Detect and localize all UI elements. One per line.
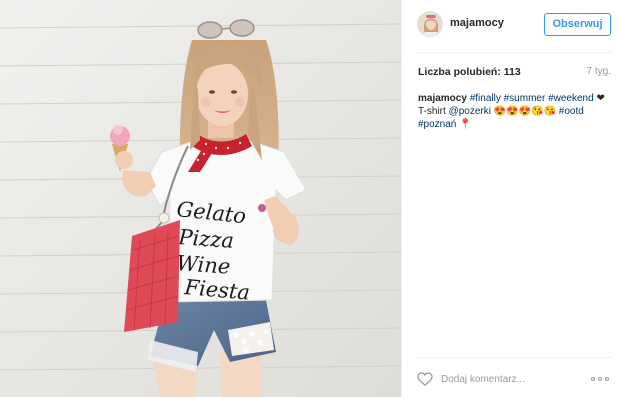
comment-bar (402, 358, 620, 397)
likes-count[interactable]: Liczba polubień: 113 (418, 66, 521, 78)
caption-line-3: #poznań 📍 (418, 118, 614, 131)
hashtag-link[interactable]: #ootd (559, 106, 584, 117)
avatar[interactable] (417, 11, 443, 37)
tshirt-text-2: Pizza (177, 225, 235, 253)
hashtag-link[interactable]: #summer (504, 93, 546, 104)
likes-row: Liczba polubień: 113 7 tyg. (418, 66, 611, 80)
heart-outline-icon[interactable] (417, 372, 433, 386)
post-side-panel: majamocy Obserwuj Liczba polubień: 113 7… (401, 0, 620, 397)
post-time[interactable]: 7 tyg. (587, 66, 611, 77)
post-photo[interactable]: Gelato Pizza Wine Fiesta (0, 0, 401, 397)
hashtag-link[interactable]: #poznań (418, 119, 456, 130)
dot (605, 377, 609, 381)
post-header: majamocy Obserwuj (402, 0, 620, 50)
post-caption: majamocy #finally #summer #weekend ❤ T-s… (418, 92, 614, 131)
hashtag-link[interactable]: #weekend (548, 93, 594, 104)
avatar-image (418, 12, 442, 36)
caption-line-1: majamocy #finally #summer #weekend ❤ (418, 92, 614, 105)
tshirt-text-3: Wine (176, 251, 231, 279)
username-link[interactable]: majamocy (450, 17, 504, 29)
comment-input[interactable] (441, 370, 581, 388)
post-photo-image: Gelato Pizza Wine Fiesta (0, 0, 401, 397)
caption-emojis: 😍😍😍😘😘 (493, 106, 556, 117)
caption-line-2: T-shirt @pozerki 😍😍😍😘😘 #ootd (418, 105, 614, 118)
pin-emoji: 📍 (459, 119, 472, 130)
dot (598, 377, 602, 381)
caption-text: T-shirt (418, 106, 446, 117)
hashtag-link[interactable]: #finally (470, 93, 501, 104)
follow-button[interactable]: Obserwuj (544, 13, 611, 36)
dot (591, 377, 595, 381)
heart-emoji: ❤ (596, 93, 605, 104)
caption-username[interactable]: majamocy (418, 93, 467, 104)
more-options-icon[interactable] (591, 377, 611, 382)
mention-link[interactable]: @pozerki (449, 106, 491, 117)
divider (416, 52, 612, 53)
